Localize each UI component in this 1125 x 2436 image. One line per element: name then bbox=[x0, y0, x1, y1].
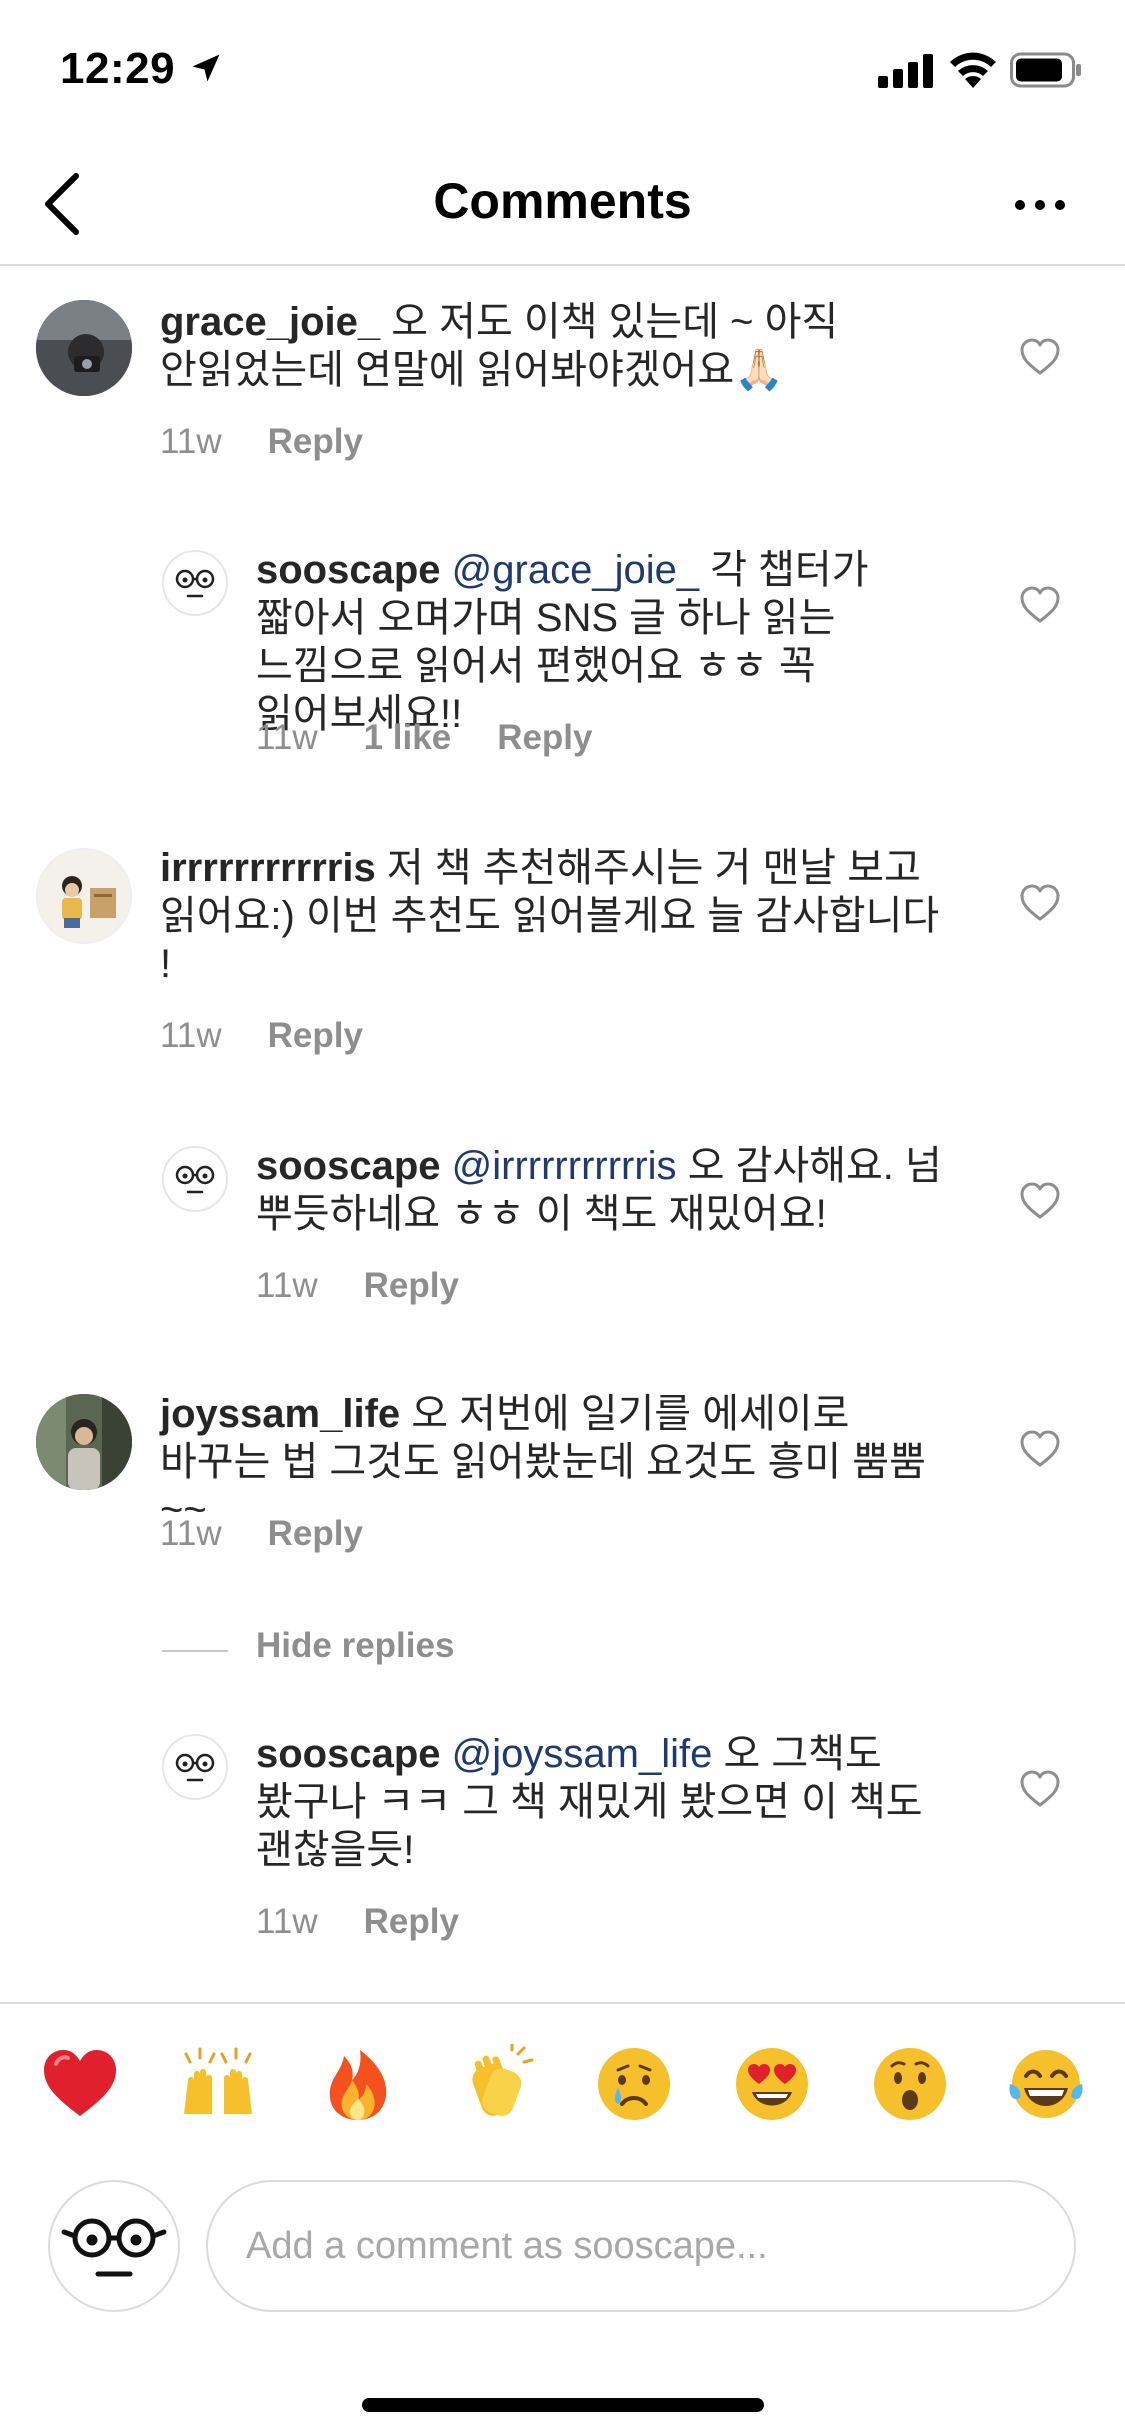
comment-username[interactable]: sooscape bbox=[256, 548, 441, 592]
like-heart-icon[interactable] bbox=[1020, 1182, 1060, 1220]
surprised-face-emoji-icon[interactable] bbox=[870, 2044, 950, 2124]
comment-meta: 11w Reply bbox=[160, 1514, 409, 1554]
reply-button[interactable]: Reply bbox=[268, 1016, 363, 1055]
status-time: 12:29 bbox=[60, 44, 176, 93]
comment-time: 11w bbox=[256, 1902, 318, 1941]
comment-time: 11w bbox=[160, 1016, 222, 1055]
hide-replies-label[interactable]: Hide replies bbox=[256, 1626, 454, 1666]
status-bar: 12:29 bbox=[0, 0, 1125, 140]
like-heart-icon[interactable] bbox=[1020, 1430, 1060, 1468]
reply-button[interactable]: Reply bbox=[268, 422, 363, 461]
heart-eyes-emoji-icon[interactable] bbox=[732, 2044, 812, 2124]
avatar-photo bbox=[38, 850, 130, 942]
like-heart-icon[interactable] bbox=[1020, 1770, 1060, 1808]
comment-username[interactable]: joyssam_life bbox=[160, 1392, 400, 1436]
reply-button[interactable]: Reply bbox=[497, 718, 592, 757]
comment-meta: 11w 1 like Reply bbox=[256, 718, 639, 758]
comment-username[interactable]: irrrrrrrrrrris bbox=[160, 846, 376, 890]
tears-of-joy-emoji-icon[interactable] bbox=[1006, 2044, 1086, 2124]
reply-button[interactable]: Reply bbox=[268, 1514, 363, 1553]
fire-emoji-icon[interactable] bbox=[318, 2044, 398, 2124]
avatar[interactable] bbox=[162, 1734, 228, 1800]
avatar[interactable] bbox=[36, 300, 132, 396]
comment-time: 11w bbox=[160, 1514, 222, 1553]
clapping-hands-emoji-icon[interactable] bbox=[456, 2044, 536, 2124]
location-arrow-icon bbox=[192, 54, 220, 82]
avatar-face-glasses bbox=[61, 2218, 167, 2277]
mention-link[interactable]: @joyssam_life bbox=[452, 1732, 713, 1776]
cellular-signal-icon bbox=[878, 54, 933, 88]
comment-username[interactable]: sooscape bbox=[256, 1144, 441, 1188]
avatar-photo bbox=[36, 300, 132, 396]
red-heart-emoji-icon[interactable] bbox=[40, 2044, 120, 2124]
wifi-icon bbox=[950, 52, 996, 88]
comment-meta: 11w Reply bbox=[160, 422, 409, 462]
reply-button[interactable]: Reply bbox=[364, 1266, 459, 1305]
crying-face-emoji-icon[interactable] bbox=[594, 2044, 674, 2124]
like-heart-icon[interactable] bbox=[1020, 338, 1060, 376]
avatar[interactable] bbox=[36, 1394, 132, 1490]
comment-time: 11w bbox=[160, 422, 222, 461]
comment-meta: 11w Reply bbox=[256, 1902, 505, 1942]
comment-time: 11w bbox=[256, 718, 318, 757]
comment-input[interactable] bbox=[206, 2180, 1076, 2312]
comment-username[interactable]: grace_joie_ bbox=[160, 300, 380, 344]
avatar[interactable] bbox=[162, 550, 228, 616]
like-heart-icon[interactable] bbox=[1020, 586, 1060, 624]
comment-username[interactable]: sooscape bbox=[256, 1732, 441, 1776]
avatar[interactable] bbox=[36, 848, 132, 944]
comment-meta: 11w Reply bbox=[160, 1016, 409, 1056]
like-heart-icon[interactable] bbox=[1020, 884, 1060, 922]
reply-button[interactable]: Reply bbox=[364, 1902, 459, 1941]
likes-count[interactable]: 1 like bbox=[364, 718, 452, 757]
divider-line bbox=[162, 1650, 228, 1652]
avatar[interactable] bbox=[162, 1146, 228, 1212]
avatar-face-glasses bbox=[175, 1753, 215, 1782]
my-avatar bbox=[48, 2180, 180, 2312]
comment-meta: 11w Reply bbox=[256, 1266, 505, 1306]
home-indicator bbox=[362, 2398, 764, 2412]
mention-link[interactable]: @irrrrrrrrrrris bbox=[452, 1144, 677, 1188]
page-title: Comments bbox=[433, 173, 692, 229]
avatar-face-glasses bbox=[175, 1165, 215, 1194]
more-options-icon[interactable] bbox=[1010, 190, 1070, 220]
avatar-face-glasses bbox=[175, 569, 215, 598]
avatar-photo bbox=[36, 1394, 132, 1490]
navigation-bar: Comments bbox=[0, 140, 1125, 266]
emoji-reaction-bar bbox=[0, 2002, 1125, 2172]
battery-icon bbox=[1010, 52, 1081, 88]
raising-hands-emoji-icon[interactable] bbox=[178, 2044, 258, 2124]
mention-link[interactable]: @grace_joie_ bbox=[452, 548, 699, 592]
comment-time: 11w bbox=[256, 1266, 318, 1305]
